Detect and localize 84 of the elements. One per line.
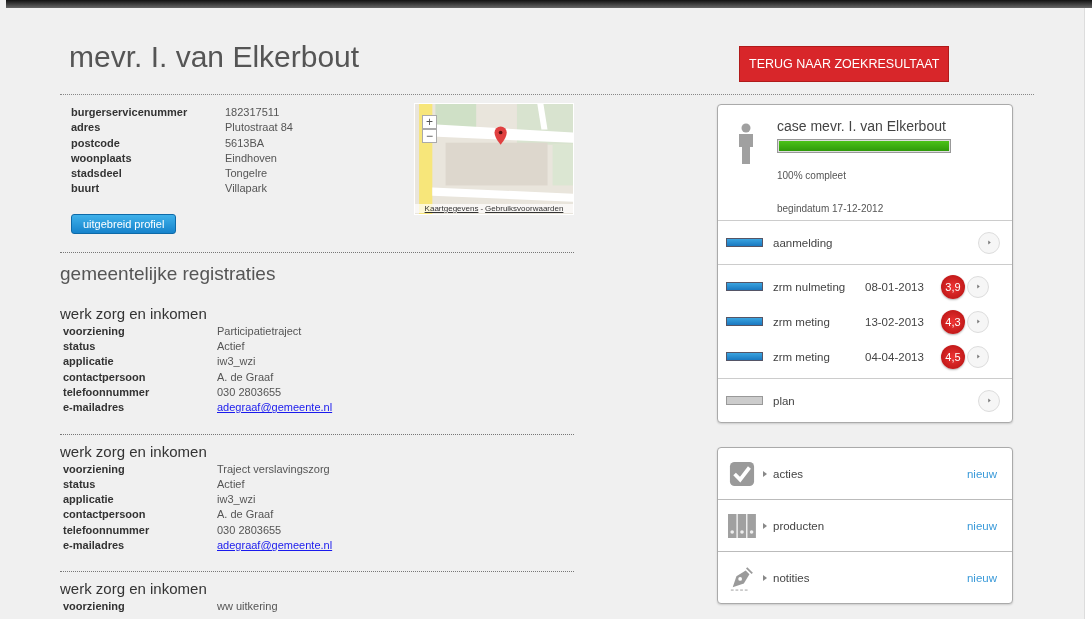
field-value: 030 2803655 bbox=[217, 522, 282, 538]
field-label: burgerservicenummer bbox=[71, 105, 189, 120]
field-label: stadsdeel bbox=[71, 166, 123, 182]
field-label: telefoonnummer bbox=[63, 384, 151, 400]
registration-title: werk zorg en inkomen bbox=[60, 442, 208, 460]
section-label: acties bbox=[773, 467, 804, 480]
terms-link[interactable]: Gebruiksvoorwaarden bbox=[485, 204, 564, 213]
field-label: telefoonnummer bbox=[63, 522, 151, 538]
field-value: Actief bbox=[217, 476, 245, 492]
field-value: A. de Graaf bbox=[217, 507, 274, 523]
binders-icon bbox=[728, 512, 756, 539]
caret-icon bbox=[975, 284, 981, 289]
field-value: Eindhoven bbox=[225, 150, 277, 166]
step-date: 08-01-2013 bbox=[865, 280, 925, 293]
field-label: e-mailadres bbox=[63, 400, 126, 416]
field-label: status bbox=[63, 339, 97, 355]
score-badge: 4,3 bbox=[941, 309, 965, 334]
step-name: zrm meting bbox=[773, 315, 831, 328]
pen-icon bbox=[728, 564, 756, 591]
field-value: Plutostraat 84 bbox=[225, 120, 293, 136]
field-value: Tongelre bbox=[225, 166, 268, 182]
field-value: Traject verslavingszorg bbox=[217, 461, 330, 477]
field-value: 5613BA bbox=[225, 135, 265, 151]
checkbox-icon bbox=[728, 460, 756, 487]
field-label: voorziening bbox=[63, 323, 126, 339]
caret-icon bbox=[763, 574, 767, 581]
section-title: gemeentelijke registraties bbox=[60, 262, 277, 285]
score-badge: 4,5 bbox=[941, 344, 965, 369]
field-value: 030 2803655 bbox=[217, 384, 282, 400]
field-label: postcode bbox=[71, 135, 121, 151]
field-value: 182317511 bbox=[225, 105, 280, 120]
separator-text: - bbox=[480, 204, 484, 213]
field-label: status bbox=[63, 476, 97, 492]
open-button[interactable] bbox=[978, 389, 1000, 412]
start-date: begindatum 17-12-2012 bbox=[777, 203, 885, 214]
section-label: notities bbox=[773, 571, 810, 584]
field-label: voorziening bbox=[63, 599, 126, 615]
caret-icon bbox=[986, 240, 992, 245]
field-value: ww uitkering bbox=[217, 599, 278, 615]
field-label: applicatie bbox=[63, 492, 115, 508]
field-value: Participatietraject bbox=[217, 323, 302, 339]
caret-icon bbox=[763, 522, 767, 529]
map-data-link[interactable]: Kaartgegevens bbox=[424, 204, 479, 213]
registration-title: werk zorg en inkomen bbox=[60, 580, 208, 598]
open-button[interactable] bbox=[967, 310, 989, 333]
field-value: Actief bbox=[217, 339, 245, 355]
open-button[interactable] bbox=[967, 275, 989, 298]
field-label: buurt bbox=[71, 181, 101, 197]
case-title: case mevr. I. van Elkerbout bbox=[777, 118, 947, 134]
registration-title: werk zorg en inkomen bbox=[60, 304, 208, 322]
field-label: woonplaats bbox=[71, 150, 133, 166]
zoom-out-button[interactable]: − bbox=[422, 129, 437, 143]
field-label: adres bbox=[71, 120, 102, 136]
field-label: contactpersoon bbox=[63, 369, 147, 385]
caret-icon bbox=[986, 398, 992, 403]
step-name: zrm nulmeting bbox=[773, 280, 847, 293]
field-label: e-mailadres bbox=[63, 538, 126, 554]
email-link[interactable]: adegraaf@gemeente.nl bbox=[217, 400, 333, 416]
step-date: 13-02-2013 bbox=[865, 315, 925, 328]
caret-icon bbox=[763, 470, 767, 477]
caret-icon bbox=[975, 354, 981, 359]
step-name: plan bbox=[773, 394, 796, 407]
back-button[interactable]: TERUG NAAR ZOEKRESULTAAT bbox=[739, 46, 950, 82]
step-name: zrm meting bbox=[773, 350, 831, 363]
progress-text: 100% compleet bbox=[777, 170, 847, 181]
field-value: iw3_wzi bbox=[217, 354, 256, 370]
step-date: 04-04-2013 bbox=[865, 350, 925, 363]
step-name: aanmelding bbox=[773, 236, 834, 249]
field-value: A. de Graaf bbox=[217, 369, 274, 385]
zoom-in-button[interactable]: + bbox=[422, 115, 437, 129]
open-button[interactable] bbox=[978, 231, 1000, 254]
email-link[interactable]: adegraaf@gemeente.nl bbox=[217, 538, 333, 554]
field-label: contactpersoon bbox=[63, 507, 147, 523]
section-label: producten bbox=[773, 519, 825, 532]
field-label: applicatie bbox=[63, 354, 115, 370]
field-label: voorziening bbox=[63, 461, 126, 477]
scrollbar[interactable] bbox=[1084, 8, 1092, 619]
caret-icon bbox=[975, 319, 981, 324]
page-title: mevr. I. van Elkerbout bbox=[69, 40, 361, 74]
person-icon bbox=[736, 123, 756, 165]
open-button[interactable] bbox=[967, 345, 989, 368]
field-value: iw3_wzi bbox=[217, 492, 256, 508]
score-badge: 3,9 bbox=[941, 274, 965, 299]
field-value: Villapark bbox=[225, 181, 267, 197]
